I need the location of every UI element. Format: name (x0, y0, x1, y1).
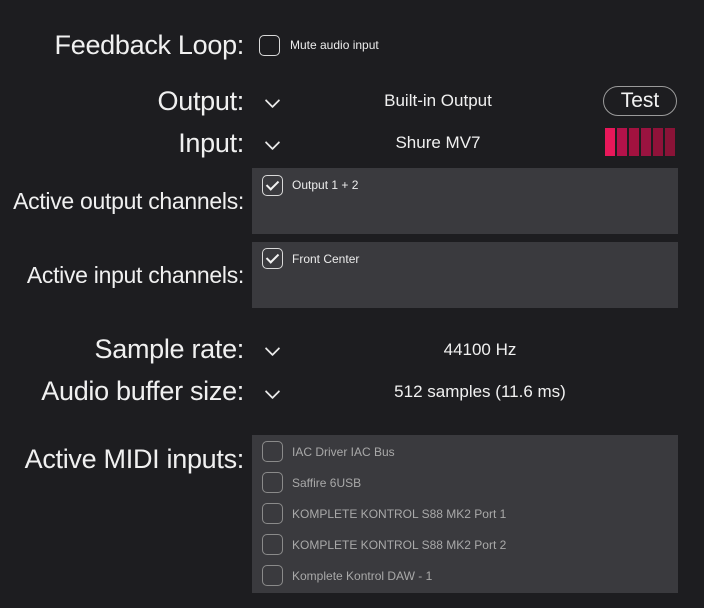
midi-input-checkbox[interactable] (262, 441, 283, 462)
midi-input-label: KOMPLETE KONTROL S88 MK2 Port 2 (292, 538, 507, 552)
sample-rate-label: Sample rate: (94, 334, 245, 364)
buffer-size-chevron-icon[interactable] (263, 388, 283, 400)
sample-rate-chevron-icon[interactable] (263, 345, 283, 357)
buffer-size-label: Audio buffer size: (41, 376, 244, 406)
midi-input-checkbox[interactable] (262, 503, 283, 524)
active-midi-inputs-label: Active MIDI inputs: (24, 444, 245, 474)
input-level-meter (605, 128, 675, 156)
test-button[interactable]: Test (603, 86, 677, 116)
active-output-channels-label: Active output channels: (13, 188, 244, 214)
meter-segment (641, 128, 651, 156)
midi-input-label: KOMPLETE KONTROL S88 MK2 Port 1 (292, 507, 507, 521)
output-channel-checkbox[interactable] (262, 175, 283, 196)
midi-inputs-list: IAC Driver IAC Bus Saffire 6USB KOMPLETE… (252, 435, 678, 593)
mute-audio-input-checkbox[interactable] (259, 35, 280, 56)
meter-segment (617, 128, 627, 156)
output-channel-label: Output 1 + 2 (292, 178, 359, 192)
midi-input-checkbox[interactable] (262, 472, 283, 493)
output-label: Output: (157, 86, 245, 116)
output-device-select[interactable]: Built-in Output (300, 91, 576, 111)
mute-audio-input-label: Mute audio input (290, 38, 379, 52)
midi-input-checkbox[interactable] (262, 565, 283, 586)
midi-input-label: Komplete Kontrol DAW - 1 (292, 569, 433, 583)
input-dropdown-chevron-icon[interactable] (263, 139, 283, 151)
buffer-size-select[interactable]: 512 samples (11.6 ms) (300, 382, 660, 402)
midi-input-label: Saffire 6USB (292, 476, 362, 490)
midi-input-checkbox[interactable] (262, 534, 283, 555)
input-channel-checkbox[interactable] (262, 248, 283, 269)
meter-segment (653, 128, 663, 156)
output-dropdown-chevron-icon[interactable] (263, 97, 283, 109)
input-channel-label: Front Center (292, 252, 360, 266)
midi-input-label: IAC Driver IAC Bus (292, 445, 395, 459)
input-device-select[interactable]: Shure MV7 (300, 133, 576, 153)
input-label: Input: (178, 128, 244, 158)
feedback-loop-label: Feedback Loop: (54, 30, 245, 60)
meter-segment (665, 128, 675, 156)
sample-rate-select[interactable]: 44100 Hz (300, 340, 660, 360)
active-input-channels-label: Active input channels: (26, 262, 244, 288)
meter-segment (629, 128, 639, 156)
active-input-channels-list: Front Center (252, 242, 678, 308)
meter-segment (605, 128, 615, 156)
active-output-channels-list: Output 1 + 2 (252, 168, 678, 234)
